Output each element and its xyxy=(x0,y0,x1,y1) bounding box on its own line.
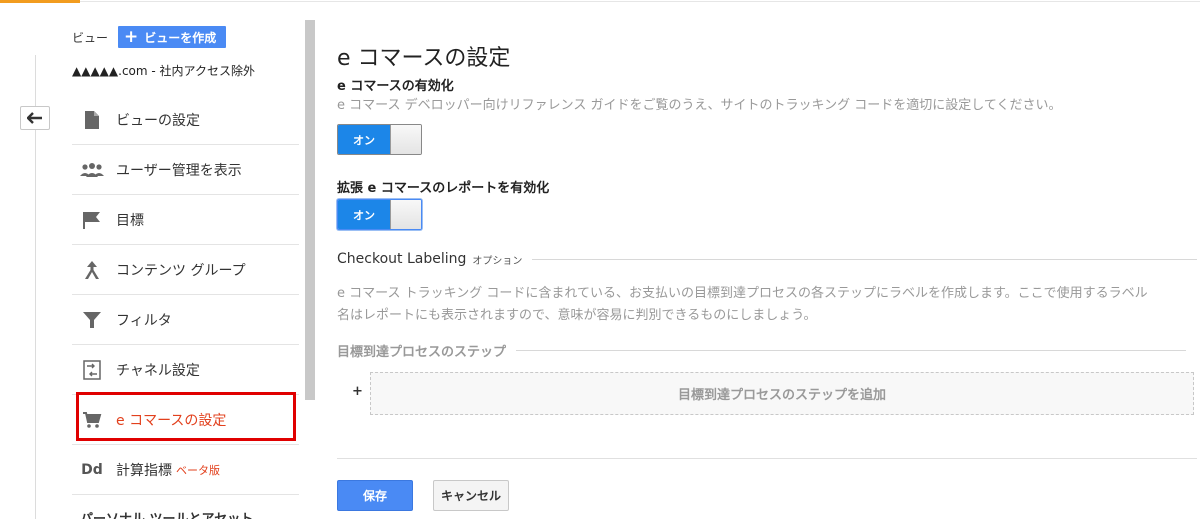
dd-icon: Dd xyxy=(81,461,103,478)
sidebar-scrollbar[interactable] xyxy=(305,20,315,400)
toggle-on-label: オン xyxy=(338,125,390,154)
sidebar-item-label: チャネル設定 xyxy=(116,362,200,379)
flag-icon xyxy=(80,208,104,232)
document-icon xyxy=(80,108,104,132)
filter-icon xyxy=(80,308,104,332)
add-step-plus-icon[interactable]: + xyxy=(352,384,363,399)
enhanced-ecommerce-title: 拡張 e コマースのレポートを有効化 xyxy=(337,181,550,196)
optional-label: オプション xyxy=(472,255,523,267)
create-view-label: ビューを作成 xyxy=(144,30,217,45)
people-icon xyxy=(80,158,104,182)
ecommerce-enable-description: e コマース デベロッパー向けリファレンス ガイドをご覧のうえ、サイトのトラッキ… xyxy=(337,98,1062,113)
section-divider xyxy=(516,350,1187,351)
checkout-labeling-header: Checkout Labeling オプション xyxy=(337,251,1197,267)
sidebar-item-label: フィルタ xyxy=(116,312,172,329)
checkout-labeling-description-line1: e コマース トラッキング コードに含まれている、お支払いの目標到達プロセスの各… xyxy=(337,286,1148,301)
toggle-knob xyxy=(390,200,421,229)
create-view-button[interactable]: + ビューを作成 xyxy=(118,26,227,48)
toggle-on-label: オン xyxy=(338,200,390,229)
checkout-labeling-title: Checkout Labeling xyxy=(337,251,467,267)
funnel-steps-header: 目標到達プロセスのステップ xyxy=(337,341,1197,360)
merge-icon xyxy=(80,258,104,282)
enhanced-ecommerce-toggle[interactable]: オン xyxy=(337,199,422,230)
personal-tools-section-title: パーソナル ツールとアセット xyxy=(80,508,253,519)
ecommerce-enable-toggle[interactable]: オン xyxy=(337,124,422,155)
sidebar-item-label: コンテンツ グループ xyxy=(116,262,246,279)
sidebar-item-label: 計算指標 xyxy=(116,462,172,479)
view-header: ビュー + ビューを作成 xyxy=(72,26,227,48)
save-button[interactable]: 保存 xyxy=(337,480,413,511)
top-accent-bar xyxy=(0,0,80,3)
sidebar-item-label: e コマースの設定 xyxy=(116,412,227,429)
ecommerce-enable-title: e コマースの有効化 xyxy=(337,79,454,94)
checkout-labeling-description-line2: 名はレポートにも表示されますので、意味が容易に判別できるものにしましょう。 xyxy=(337,308,817,323)
sidebar-item-label: ビューの設定 xyxy=(116,112,200,129)
sidebar-item-channel-settings[interactable]: チャネル設定 xyxy=(72,345,299,395)
beta-badge: ベータ版 xyxy=(176,463,220,477)
sidebar-item-calculated-metrics[interactable]: Dd 計算指標 ベータ版 xyxy=(72,445,299,495)
sidebar-item-user-management[interactable]: ユーザー管理を表示 xyxy=(72,145,299,195)
sidebar-nav: ビューの設定 ユーザー管理を表示 目標 コンテンツ グループ フィルタ チャネル… xyxy=(72,95,299,495)
view-label: ビュー xyxy=(72,30,109,45)
view-name: ▲▲▲▲▲.com - 社内アクセス除外 xyxy=(72,64,255,78)
add-funnel-step-button[interactable]: 目標到達プロセスのステップを追加 xyxy=(370,372,1194,415)
channel-icon xyxy=(80,358,104,382)
top-divider xyxy=(80,1,1200,2)
sidebar-item-ecommerce-settings[interactable]: e コマースの設定 xyxy=(72,395,299,445)
section-divider xyxy=(532,258,1197,260)
sidebar-item-label: 目標 xyxy=(116,212,144,229)
sidebar-item-label: ユーザー管理を表示 xyxy=(116,162,242,179)
cart-icon xyxy=(80,408,104,432)
back-button[interactable] xyxy=(20,106,50,130)
sidebar-item-view-settings[interactable]: ビューの設定 xyxy=(72,95,299,145)
funnel-steps-title: 目標到達プロセスのステップ xyxy=(337,345,507,360)
toggle-knob xyxy=(390,125,421,154)
plus-icon: + xyxy=(124,26,139,47)
page-title: e コマースの設定 xyxy=(337,46,511,71)
footer-divider xyxy=(337,458,1197,459)
cancel-button[interactable]: キャンセル xyxy=(433,480,509,511)
arrow-left-icon xyxy=(27,112,42,124)
sidebar-item-content-groups[interactable]: コンテンツ グループ xyxy=(72,245,299,295)
sidebar-item-filters[interactable]: フィルタ xyxy=(72,295,299,345)
sidebar-item-goals[interactable]: 目標 xyxy=(72,195,299,245)
